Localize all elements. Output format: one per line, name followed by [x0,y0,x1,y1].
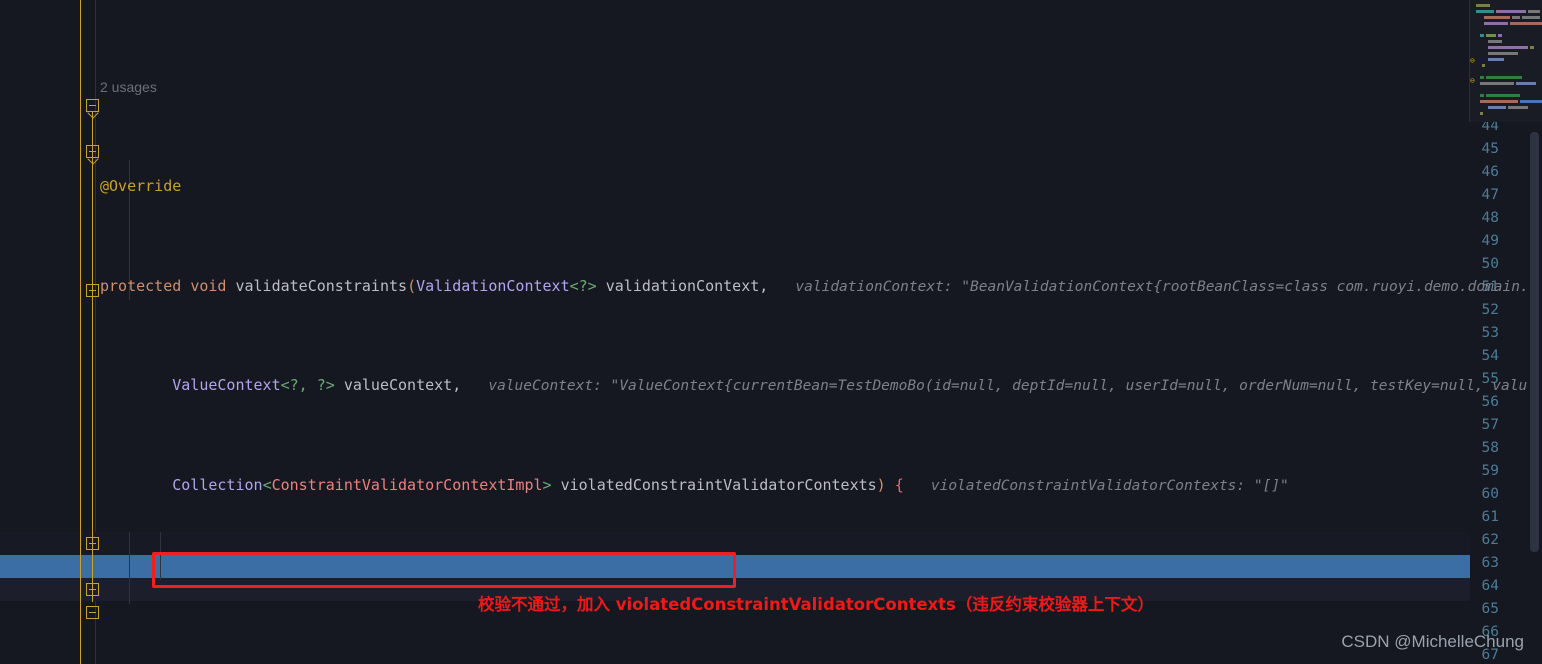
code-line-41[interactable]: protected void validateConstraints(Valid… [100,275,1542,298]
fold-collapse-icon[interactable] [86,606,99,619]
watermark-label: CSDN @MichelleChung [1341,632,1524,651]
code-line-40[interactable]: @Override [100,175,1542,198]
fold-collapse-icon[interactable] [86,537,99,550]
annotation-note-text: 校验不通过，加入 violatedConstraintValidatorCont… [478,595,1154,614]
annotation-override: @Override [100,177,182,196]
scrollbar-thumb[interactable] [1530,132,1539,552]
fold-collapse-icon[interactable] [86,583,99,596]
code-line-43[interactable]: Collection<ConstraintValidatorContextImp… [100,474,1542,497]
fold-line-body [92,302,93,602]
inline-value-hint: violatedConstraintValidatorContexts: "[]… [930,477,1289,494]
code-line-usages: 2 usages [100,76,1542,99]
fold-line-method [80,0,81,664]
fold-collapse-icon[interactable] [86,284,99,297]
code-content[interactable]: 2 usages @Override protected void valida… [100,0,1542,664]
editor-scrollbar[interactable] [1528,122,1542,664]
fold-line-if-block [92,112,93,302]
inline-value-hint: validationContext: "BeanValidationContex… [795,278,1542,295]
ide-editor-screenshot: 40 41 42 43 44 45 46 47 48 49 50 51 52 5… [0,0,1542,664]
code-line-42[interactable]: ValueContext<?, ?> valueContext, valueCo… [100,374,1542,397]
code-minimap[interactable]: ⊖ ⊖ [1469,0,1542,122]
code-editor[interactable]: 40 41 42 43 44 45 46 47 48 49 50 51 52 5… [0,0,1542,664]
usages-label[interactable]: 2 usages [100,79,157,95]
inline-value-hint: valueContext: "ValueContext{currentBean=… [488,378,1542,395]
